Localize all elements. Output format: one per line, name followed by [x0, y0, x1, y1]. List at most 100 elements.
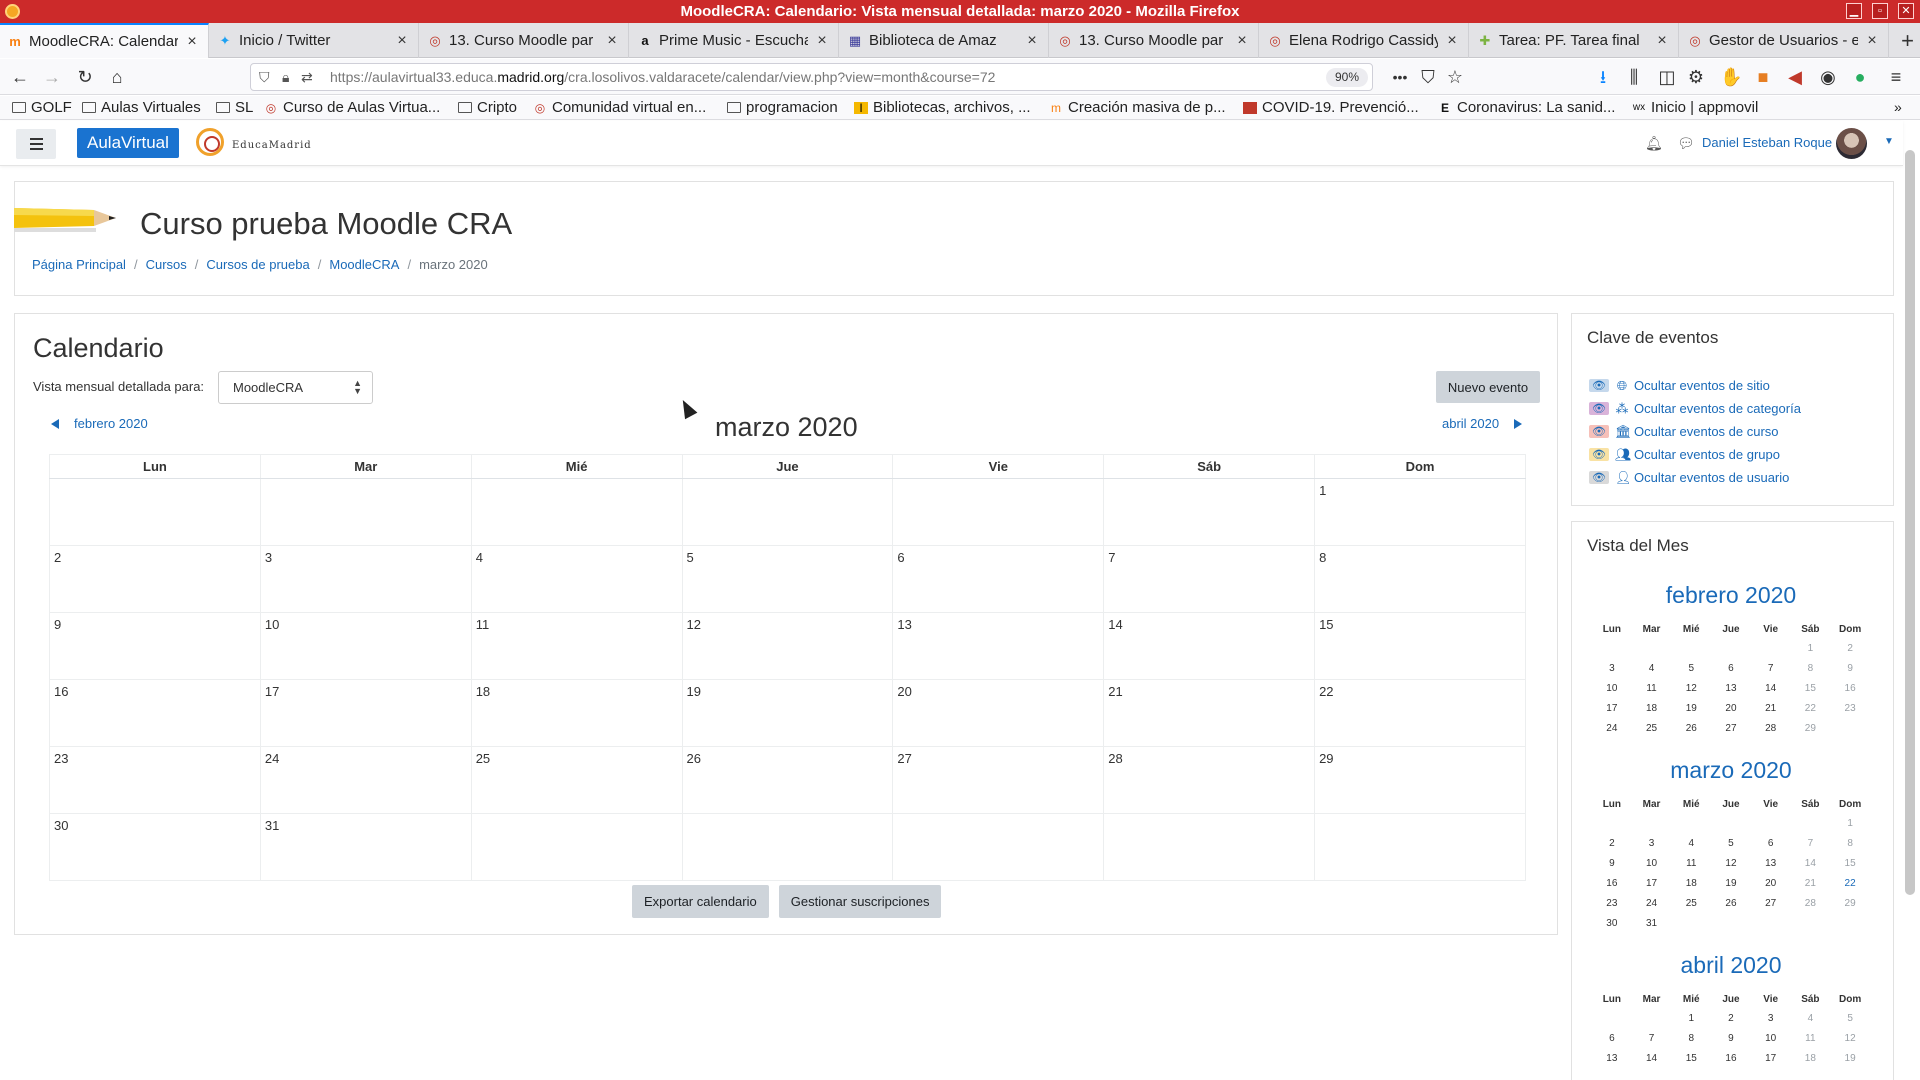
mini-day-cell[interactable]: 22 — [1791, 698, 1831, 718]
calendar-day-cell[interactable]: 3 — [259, 545, 472, 613]
mini-month-title-link[interactable]: febrero 2020 — [1592, 582, 1870, 616]
page-actions-icon[interactable]: ••• — [1390, 67, 1410, 87]
educamadrid-logo-text[interactable]: EducaMadrid — [232, 140, 312, 151]
mini-day-cell[interactable]: 29 — [1791, 718, 1831, 738]
mini-day-cell[interactable]: 10 — [1632, 853, 1672, 873]
bookmark-coronavirus[interactable]: E Coronavirus: La sanid... — [1438, 99, 1615, 116]
calendar-day-cell[interactable]: 1 — [1314, 478, 1526, 546]
calendar-day-cell[interactable]: 22 — [1314, 679, 1526, 747]
mini-day-cell[interactable]: 17 — [1632, 873, 1672, 893]
tab-elena-rodrigo[interactable]: ◎ Elena Rodrigo Cassidy × — [1260, 23, 1469, 58]
bookmark-creacion-masiva[interactable]: m Creación masiva de p... — [1049, 99, 1226, 116]
close-tab-icon[interactable]: × — [1444, 32, 1460, 50]
messages-icon[interactable]: 💬︎ — [1677, 135, 1695, 152]
extension-icon[interactable]: ⚙ — [1686, 67, 1706, 87]
reload-icon[interactable]: ↻ — [75, 67, 95, 87]
hide-user-events-link[interactable]: Ocultar eventos de usuario — [1634, 470, 1789, 485]
calendar-day-cell[interactable]: 21 — [1103, 679, 1316, 747]
calendar-day-cell[interactable]: 25 — [470, 746, 683, 814]
mini-day-cell[interactable]: 27 — [1711, 718, 1751, 738]
close-tab-icon[interactable]: × — [1654, 32, 1670, 50]
export-calendar-button[interactable]: Exportar calendario — [632, 885, 769, 918]
mini-day-cell[interactable]: 16 — [1830, 678, 1870, 698]
new-event-button[interactable]: Nuevo evento — [1436, 371, 1540, 403]
calendar-day-cell[interactable]: 27 — [892, 746, 1105, 814]
mini-day-cell[interactable]: 17 — [1751, 1048, 1791, 1068]
tab-tarea-final[interactable]: ✚ Tarea: PF. Tarea final × — [1470, 23, 1679, 58]
mini-day-cell[interactable]: 18 — [1791, 1048, 1831, 1068]
mini-day-cell[interactable]: 24 — [1592, 718, 1632, 738]
mini-day-cell[interactable]: 4 — [1632, 658, 1672, 678]
hide-site-events-link[interactable]: Ocultar eventos de sitio — [1634, 378, 1770, 393]
close-tab-icon[interactable]: × — [814, 32, 830, 50]
mini-day-cell[interactable]: 3 — [1592, 658, 1632, 678]
calendar-day-cell[interactable]: 5 — [681, 545, 894, 613]
forward-icon[interactable]: → — [42, 67, 62, 87]
next-month-link[interactable]: abril 2020 — [1442, 416, 1523, 431]
calendar-day-cell[interactable]: 15 — [1314, 612, 1526, 680]
hide-category-events-link[interactable]: Ocultar eventos de categoría — [1634, 401, 1801, 416]
bookmark-bibliotecas[interactable]: I Bibliotecas, archivos, ... — [854, 99, 1031, 116]
mini-day-cell[interactable]: 3 — [1632, 833, 1672, 853]
mini-day-cell[interactable]: 8 — [1830, 833, 1870, 853]
mini-day-cell[interactable]: 26 — [1671, 718, 1711, 738]
calendar-day-cell[interactable]: 6 — [892, 545, 1105, 613]
tab-prime-music[interactable]: a Prime Music - Escucha × — [630, 23, 839, 58]
mini-day-cell[interactable]: 5 — [1671, 658, 1711, 678]
mini-day-cell[interactable]: 10 — [1592, 678, 1632, 698]
page-scrollbar[interactable] — [1905, 150, 1915, 895]
mini-day-cell[interactable]: 14 — [1791, 853, 1831, 873]
permissions-icon[interactable]: ⇄ — [301, 69, 313, 86]
menu-icon[interactable]: ≡ — [1886, 67, 1906, 87]
mini-day-cell[interactable]: 28 — [1791, 893, 1831, 913]
mini-day-cell[interactable]: 14 — [1751, 678, 1791, 698]
calendar-day-cell[interactable]: 23 — [49, 746, 261, 814]
close-tab-icon[interactable]: × — [1864, 32, 1880, 50]
mini-day-cell[interactable]: 23 — [1830, 698, 1870, 718]
calendar-day-cell[interactable]: 30 — [49, 813, 261, 881]
eye-icon[interactable]: 👁︎ — [1589, 448, 1609, 461]
mini-day-cell[interactable]: 9 — [1830, 658, 1870, 678]
calendar-day-cell[interactable]: 18 — [470, 679, 683, 747]
zoom-level[interactable]: 90% — [1326, 68, 1368, 87]
bookmark-programacion[interactable]: programacion — [727, 99, 838, 116]
close-tab-icon[interactable]: × — [394, 32, 410, 50]
mini-day-cell[interactable]: 18 — [1632, 698, 1672, 718]
new-tab-icon[interactable]: + — [1901, 23, 1914, 58]
hide-course-events-link[interactable]: Ocultar eventos de curso — [1634, 424, 1779, 439]
bookmark-appmovil[interactable]: wx Inicio | appmovil — [1632, 99, 1758, 116]
calendar-day-cell[interactable]: 28 — [1103, 746, 1316, 814]
url-text[interactable]: https://aulavirtual33.educa.madrid.org/c… — [330, 69, 995, 85]
extension-icon[interactable]: ■ — [1753, 67, 1773, 87]
mini-day-cell[interactable]: 6 — [1711, 658, 1751, 678]
mini-day-cell[interactable]: 13 — [1592, 1048, 1632, 1068]
sidebar-icon[interactable]: ◫ — [1657, 67, 1677, 87]
mini-day-cell[interactable]: 12 — [1711, 853, 1751, 873]
calendar-day-cell[interactable]: 16 — [49, 679, 261, 747]
breadcrumb-home-link[interactable]: Página Principal — [32, 257, 126, 272]
mini-day-cell[interactable]: 6 — [1751, 833, 1791, 853]
mini-day-cell[interactable]: 13 — [1751, 853, 1791, 873]
hide-group-events-link[interactable]: Ocultar eventos de grupo — [1634, 447, 1780, 462]
mini-day-cell[interactable]: 18 — [1671, 873, 1711, 893]
calendar-day-cell[interactable]: 9 — [49, 612, 261, 680]
calendar-day-cell[interactable]: 7 — [1103, 545, 1316, 613]
bell-icon[interactable]: 🔔︎ — [1645, 135, 1663, 152]
course-select[interactable]: MoodleCRA ▲ ▼ — [218, 371, 373, 404]
download-icon[interactable]: ⭳ — [1593, 67, 1613, 87]
calendar-day-cell[interactable]: 4 — [470, 545, 683, 613]
educamadrid-logo-icon[interactable] — [196, 128, 224, 156]
mini-day-cell[interactable]: 13 — [1711, 678, 1751, 698]
mini-day-cell[interactable]: 9 — [1592, 853, 1632, 873]
tab-gestor-usuarios[interactable]: ◎ Gestor de Usuarios - e × — [1680, 23, 1889, 58]
mini-day-cell[interactable]: 7 — [1632, 1028, 1672, 1048]
mini-day-cell[interactable]: 4 — [1791, 1008, 1831, 1028]
mini-day-cell[interactable]: 2 — [1830, 638, 1870, 658]
minimize-icon[interactable]: ▁ — [1846, 3, 1862, 19]
hamburger-menu-button[interactable] — [16, 129, 56, 159]
mini-day-cell[interactable]: 12 — [1671, 678, 1711, 698]
mini-day-cell[interactable]: 15 — [1830, 853, 1870, 873]
mini-day-cell[interactable]: 25 — [1632, 718, 1672, 738]
mini-day-cell[interactable]: 31 — [1632, 913, 1672, 933]
mini-day-cell[interactable]: 29 — [1830, 893, 1870, 913]
